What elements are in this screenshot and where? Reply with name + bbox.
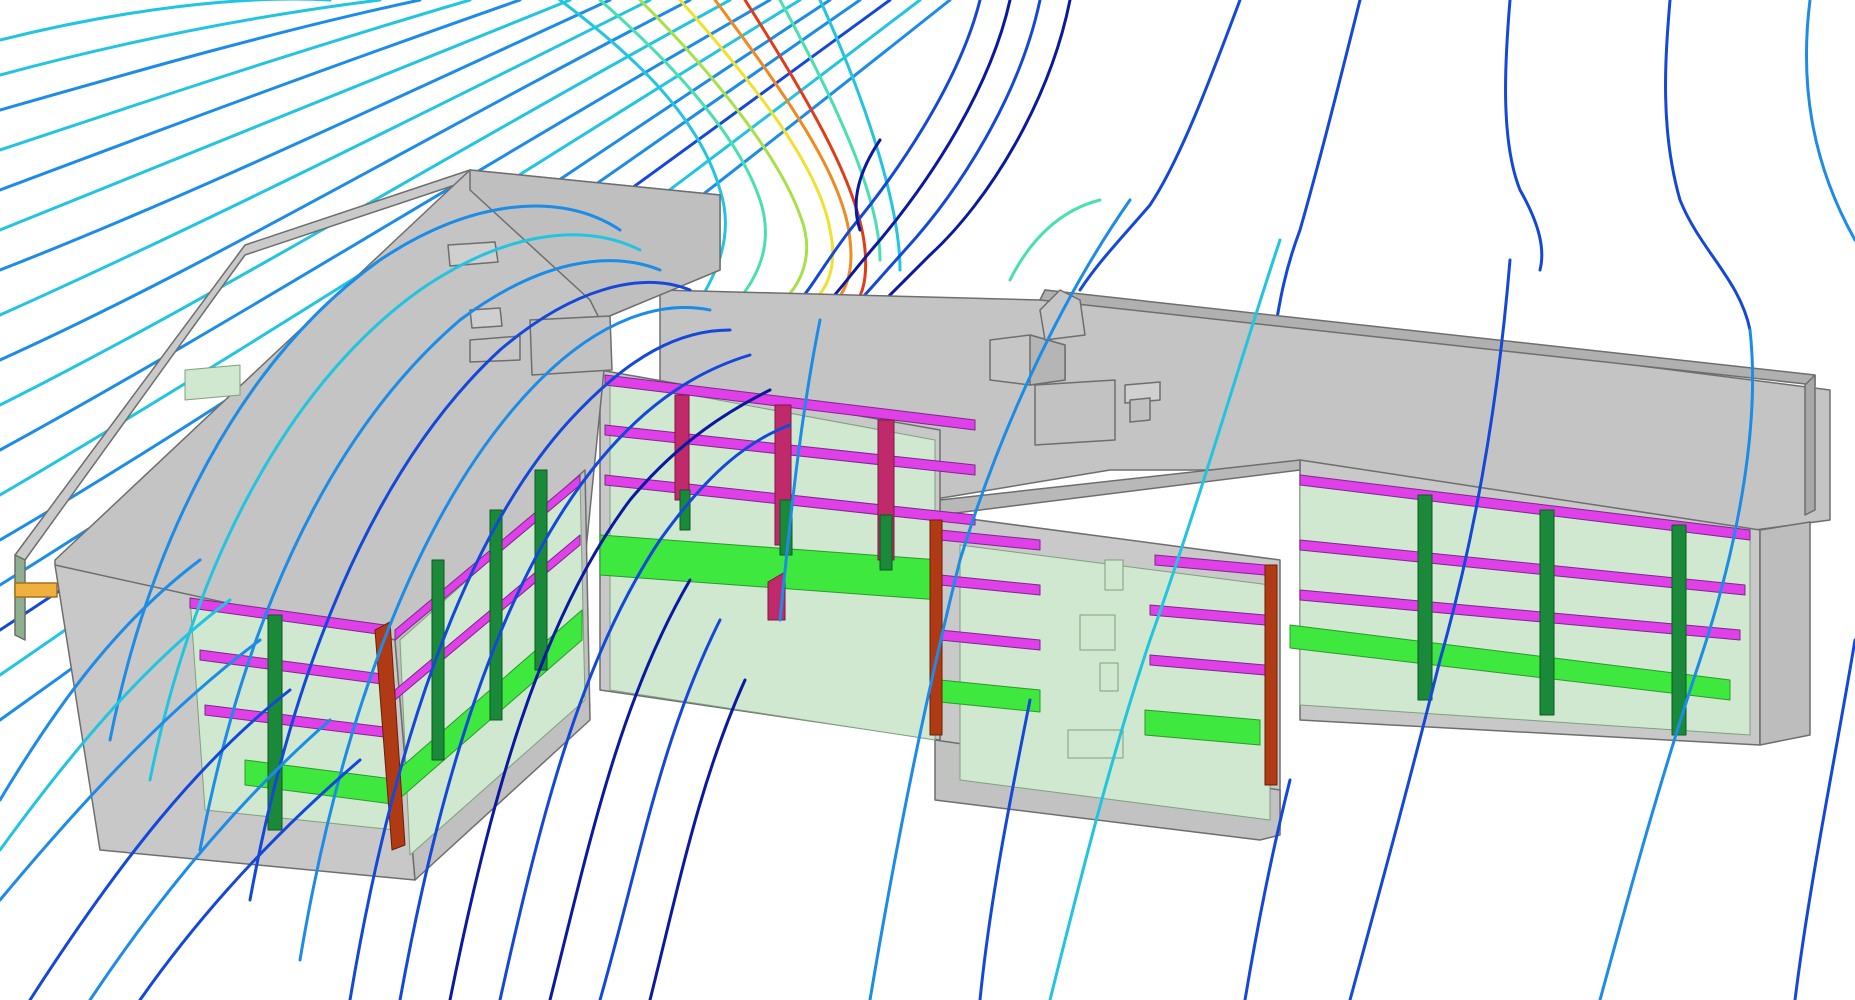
column-green [431,559,445,761]
streamline [0,0,422,112]
streamline [828,0,1012,302]
streamline [1804,0,1855,242]
east-wing-end-wall [1759,521,1811,746]
streamline [1273,0,1362,332]
streamline [778,0,882,262]
column-brown [929,519,943,736]
column-green [1417,494,1433,701]
column-brown [1264,564,1278,786]
streamline [648,678,747,1000]
model-viewport[interactable] [0,0,1855,1000]
column-green [489,509,503,721]
building-model[interactable] [14,169,1831,881]
column-green [1539,509,1555,716]
column-green [267,614,283,831]
streamline [1664,0,1752,332]
column-green [879,514,893,571]
column-green [1671,524,1687,736]
east-wing-parapet-right [1804,374,1816,516]
streamline [1078,0,1242,292]
column-green [534,469,548,671]
streamline [1504,0,1544,272]
building-wind-scene [0,0,1855,1000]
west-wing-orange-panel [14,582,58,598]
streamline [0,0,382,77]
